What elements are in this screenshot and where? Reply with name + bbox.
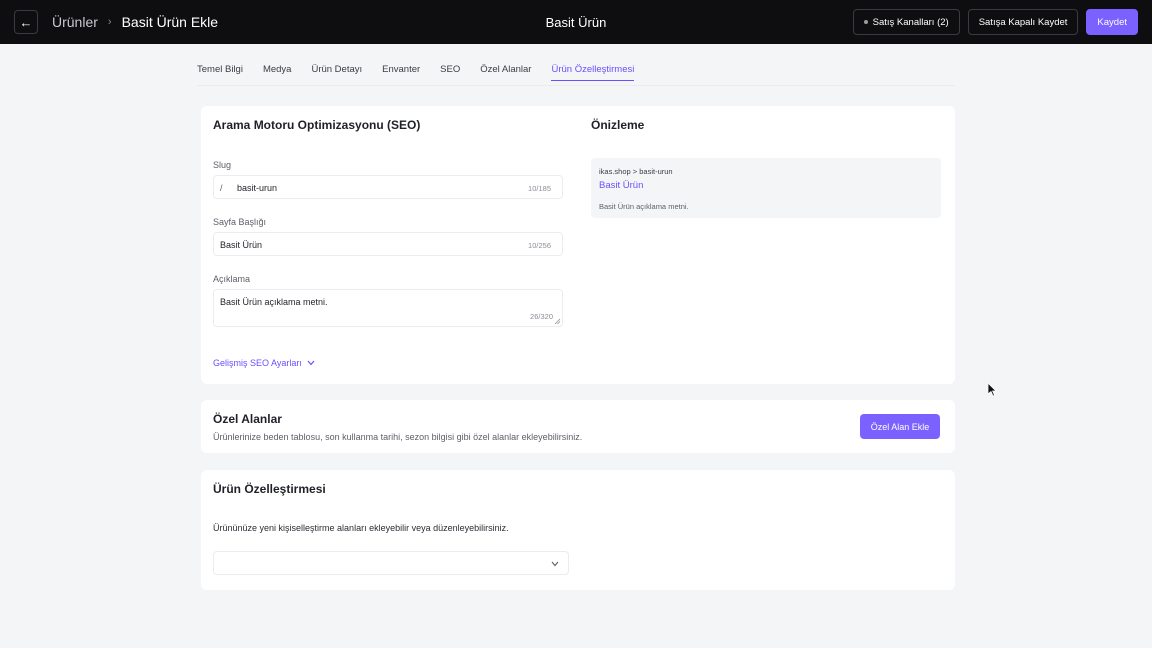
search-preview: ikas.shop > basit-urun Basit Ürün Basit … <box>591 158 941 218</box>
description-textarea[interactable]: Basit Ürün açıklama metni. <box>220 297 328 307</box>
preview-title: Önizleme <box>591 118 645 132</box>
breadcrumb-parent[interactable]: Ürünler <box>52 14 98 30</box>
slug-input[interactable]: basit-urun <box>237 183 277 193</box>
custom-fields-card: Özel Alanlar Ürünlerinize beden tablosu,… <box>201 400 955 453</box>
description-label: Açıklama <box>213 274 251 284</box>
breadcrumb-current: Basit Ürün Ekle <box>121 14 219 30</box>
customization-card: Ürün Özelleştirmesi Ürününüze yeni kişis… <box>201 470 955 590</box>
header-actions: Satış Kanalları (2) Satışa Kapalı Kaydet… <box>852 9 1138 35</box>
tab-envanter[interactable]: Envanter <box>382 64 420 81</box>
top-bar: ← Ürünler › Basit Ürün Ekle Basit Ürün S… <box>0 0 1152 44</box>
chevron-down-icon <box>307 360 315 366</box>
seo-card: Arama Motoru Optimizasyonu (SEO) Slug / … <box>201 106 955 384</box>
page-title-field[interactable]: Basit Ürün 10/256 <box>213 232 563 256</box>
customization-subtitle: Ürününüze yeni kişiselleştirme alanları … <box>213 523 509 533</box>
tab-bar: Temel Bilgi Medya Ürün Detayı Envanter S… <box>197 64 635 81</box>
sales-channels-label: Satış Kanalları (2) <box>872 16 949 28</box>
preview-page-title: Basit Ürün <box>599 180 644 191</box>
chevron-down-icon <box>551 561 559 567</box>
tab-divider <box>197 85 955 86</box>
preview-description: Basit Ürün açıklama metni. <box>599 202 689 211</box>
description-field[interactable]: Basit Ürün açıklama metni. 26/320 <box>213 289 563 327</box>
slug-label: Slug <box>213 160 232 170</box>
back-button[interactable]: ← <box>14 10 38 34</box>
page-title-counter: 10/256 <box>528 241 551 250</box>
tab-urun-detayi[interactable]: Ürün Detayı <box>311 64 362 81</box>
tab-ozel-alanlar[interactable]: Özel Alanlar <box>480 64 531 81</box>
customization-select[interactable] <box>213 551 569 575</box>
tab-medya[interactable]: Medya <box>263 64 292 81</box>
page-title-input[interactable]: Basit Ürün <box>220 240 262 250</box>
custom-fields-subtitle: Ürünlerinize beden tablosu, son kullanma… <box>213 432 583 442</box>
page-title-label: Sayfa Başlığı <box>213 217 267 227</box>
add-custom-field-button[interactable]: Özel Alan Ekle <box>860 414 940 439</box>
preview-url: ikas.shop > basit-urun <box>599 167 673 176</box>
slug-field[interactable]: / basit-urun 10/185 <box>213 175 563 199</box>
custom-fields-title: Özel Alanlar <box>213 412 282 426</box>
tab-temel-bilgi[interactable]: Temel Bilgi <box>197 64 243 81</box>
customization-title: Ürün Özelleştirmesi <box>213 482 326 496</box>
chevron-right-icon: › <box>107 16 112 28</box>
arrow-left-icon: ← <box>19 14 33 30</box>
resize-handle-icon[interactable] <box>554 318 561 325</box>
tab-urun-ozellestirmesi[interactable]: Ürün Özelleştirmesi <box>551 64 635 81</box>
breadcrumb: Ürünler › Basit Ürün Ekle <box>52 14 218 30</box>
seo-title: Arama Motoru Optimizasyonu (SEO) <box>213 118 421 132</box>
status-dot-icon <box>863 20 868 24</box>
tab-seo[interactable]: SEO <box>440 64 460 81</box>
slug-prefix: / <box>220 183 223 193</box>
slug-counter: 10/185 <box>528 184 551 193</box>
description-counter: 26/320 <box>530 312 553 321</box>
advanced-seo-toggle[interactable]: Gelişmiş SEO Ayarları <box>213 358 315 368</box>
sales-channels-button[interactable]: Satış Kanalları (2) <box>852 9 960 35</box>
mouse-cursor-icon <box>988 383 997 397</box>
advanced-seo-label: Gelişmiş SEO Ayarları <box>213 358 302 368</box>
save-button[interactable]: Kaydet <box>1086 9 1138 35</box>
save-closed-button[interactable]: Satışa Kapalı Kaydet <box>967 9 1079 35</box>
